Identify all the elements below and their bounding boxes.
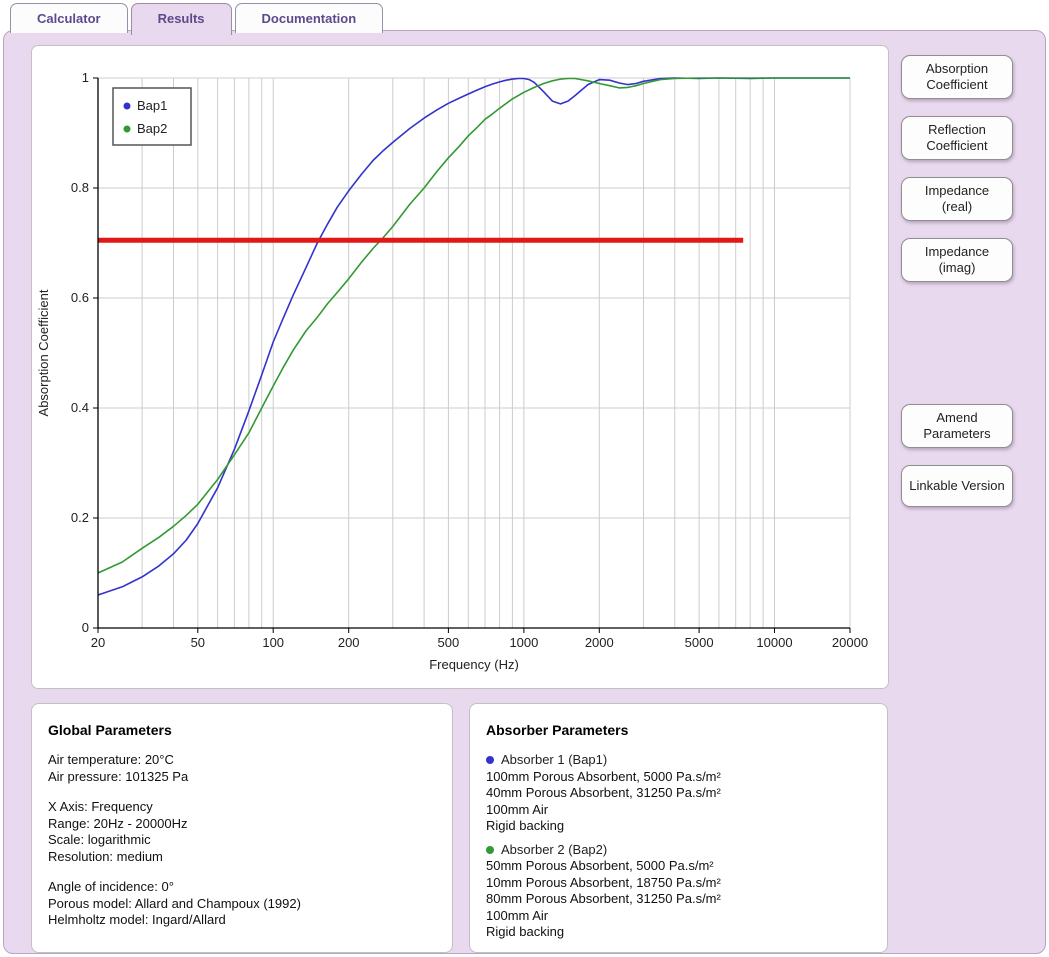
page: Calculator Results Documentation 20 50 100 20…	[0, 0, 1049, 957]
global-parameter-line: Angle of incidence: 0°	[48, 879, 174, 894]
reflection-coefficient-button[interactable]: Reflection Coefficient	[901, 116, 1013, 160]
x-tick-label: 10000	[756, 635, 792, 650]
legend-dot-icon	[123, 102, 131, 110]
y-tick-label: 1	[82, 70, 89, 85]
absorber-parameters-panel: Absorber Parameters Absorber 1 (Bap1) 100…	[469, 703, 888, 953]
series-bap1-line	[97, 77, 850, 596]
x-tick-label: 2000	[585, 635, 614, 650]
absorber-color-dot-icon	[486, 845, 494, 854]
x-tick-label: 5000	[685, 635, 714, 650]
x-tick-label: 50	[191, 635, 205, 650]
legend-dot-icon	[123, 125, 131, 133]
absorber-layer-line: Rigid backing	[486, 818, 565, 833]
y-tick-label: 0.2	[71, 510, 89, 525]
x-tick-label: 100	[262, 635, 284, 650]
global-parameters-lines: Air temperature: 20°C Air pressure: 10132…	[48, 752, 436, 929]
y-tick-label: 0.6	[71, 290, 89, 305]
absorber-layer-line: 100mm Air	[486, 907, 549, 923]
absorber-layer-line: 50mm Porous Absorbent, 5000 Pa.s/m²	[486, 858, 714, 873]
absorber-layer-line: 100mm Air	[486, 801, 549, 817]
x-tick-label: 1000	[509, 635, 538, 650]
global-parameter-line: Air temperature: 20°C	[48, 752, 174, 767]
y-axis-label: Absorption Coefficient	[36, 289, 51, 416]
x-tick-label: 20000	[832, 635, 868, 650]
global-parameter-line: Porous model: Allard and Champoux (1992)	[48, 895, 301, 911]
global-parameter-line	[48, 865, 436, 879]
chart-panel: 20 50 100 200 500 1000 2000 5000 10000 20000 0 0.2 0…	[31, 45, 889, 689]
content-panel: 20 50 100 200 500 1000 2000 5000 10000 20000 0 0.2 0…	[3, 30, 1046, 954]
absorber-layer-line: 10mm Porous Absorbent, 18750 Pa.s/m²	[486, 874, 721, 890]
tab-calculator[interactable]: Calculator	[10, 3, 128, 33]
impedance-imag-button[interactable]: Impedance (imag)	[901, 238, 1013, 282]
legend-entry-label: Bap2	[137, 121, 167, 136]
absorber-list: Absorber 1 (Bap1) 100mm Porous Absorbent,…	[486, 752, 871, 941]
global-parameter-line: Scale: logarithmic	[48, 832, 151, 847]
tab-results[interactable]: Results	[130, 3, 232, 35]
action-button-group: Amend Parameters Linkable Version	[901, 404, 1013, 507]
global-parameter-line: Resolution: medium	[48, 848, 163, 864]
absorber-parameters-title: Absorber Parameters	[486, 722, 629, 738]
absorber-block: Absorber 2 (Bap2) 50mm Porous Absorbent, …	[486, 842, 871, 941]
x-axis-label: Frequency (Hz)	[429, 657, 519, 672]
absorption-coefficient-button[interactable]: Absorption Coefficient	[901, 55, 1013, 99]
x-tick-label: 200	[338, 635, 360, 650]
chart-grid	[98, 77, 851, 628]
absorber-layer-line: 80mm Porous Absorbent, 31250 Pa.s/m²	[486, 891, 721, 906]
global-parameter-line	[48, 785, 436, 799]
y-tick-label: 0	[82, 620, 89, 635]
global-parameter-line: Helmholtz model: Ingard/Allard	[48, 912, 226, 927]
absorber-block: Absorber 1 (Bap1) 100mm Porous Absorbent,…	[486, 752, 871, 835]
global-parameters-panel: Global Parameters Air temperature: 20°C A…	[31, 703, 453, 953]
impedance-real-button[interactable]: Impedance (real)	[901, 177, 1013, 221]
global-parameter-line: Range: 20Hz - 20000Hz	[48, 815, 188, 831]
x-tick-label: 20	[91, 635, 105, 650]
global-parameter-line: Air pressure: 101325 Pa	[48, 768, 189, 784]
y-tick-label: 0.4	[71, 400, 89, 415]
absorber-layer-line: 100mm Porous Absorbent, 5000 Pa.s/m²	[486, 768, 721, 784]
side-button-group: Absorption Coefficient Reflection Coeffic…	[901, 55, 1013, 282]
amend-parameters-button[interactable]: Amend Parameters	[901, 404, 1013, 448]
x-tick-label: 500	[438, 635, 460, 650]
absorber-layer-line: 40mm Porous Absorbent, 31250 Pa.s/m²	[486, 785, 721, 800]
absorber-name: Absorber 1 (Bap1)	[501, 752, 608, 767]
global-parameters-title: Global Parameters	[48, 722, 172, 738]
legend-entry-label: Bap1	[137, 98, 167, 113]
y-tick-label: 0.8	[71, 180, 89, 195]
absorber-name-row: Absorber 2 (Bap2)	[486, 842, 871, 859]
linkable-version-button[interactable]: Linkable Version	[901, 465, 1013, 507]
absorption-chart: 20 50 100 200 500 1000 2000 5000 10000 20000 0 0.2 0…	[36, 70, 868, 672]
global-parameter-line: X Axis: Frequency	[48, 799, 153, 814]
absorber-layer-line: Rigid backing	[486, 924, 565, 939]
tab-documentation[interactable]: Documentation	[234, 3, 384, 33]
absorber-name-row: Absorber 1 (Bap1)	[486, 752, 871, 769]
absorber-color-dot-icon	[486, 756, 494, 765]
tab-bar: Calculator Results Documentation	[10, 3, 384, 35]
absorber-name: Absorber 2 (Bap2)	[501, 841, 608, 857]
chart-legend: Bap1 Bap2	[112, 87, 192, 146]
